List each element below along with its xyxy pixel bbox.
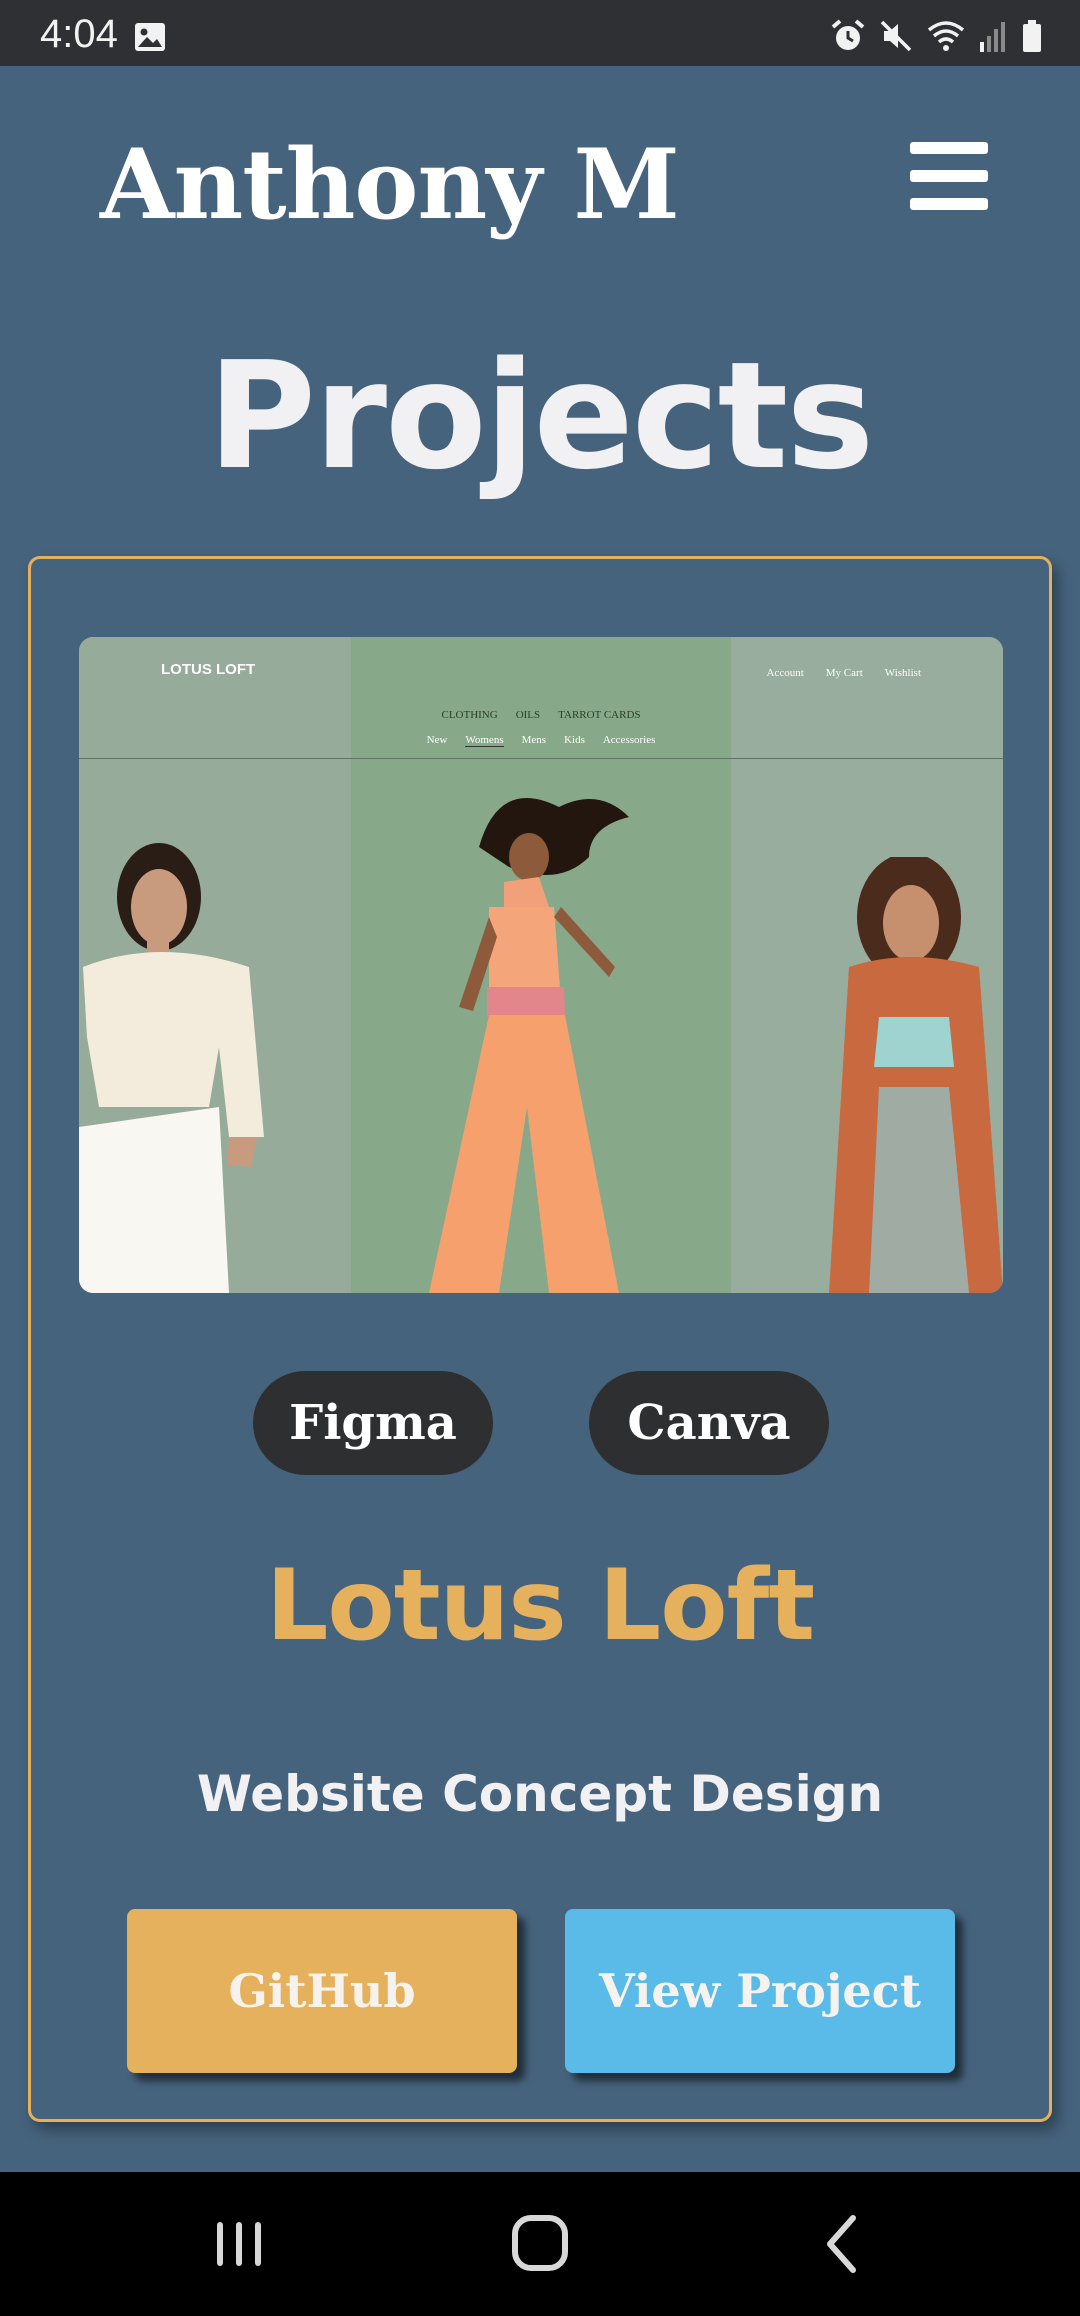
wifi-icon [927,21,965,51]
alarm-icon [831,19,865,50]
tag-figma[interactable]: Figma [253,1371,493,1475]
project-title: Lotus Loft [265,1549,815,1663]
home-icon[interactable] [495,2208,585,2280]
project-subtitle: Website Concept Design [196,1765,884,1823]
mute-icon [880,20,912,52]
tag-canva[interactable]: Canva [589,1371,829,1475]
preview-account-links: Account My Cart Wishlist [766,667,921,679]
project-preview-image[interactable]: LOTUS LOFT CLOTHING OILS TARROT CARDS New W… [79,637,1003,1293]
back-icon[interactable] [798,2208,888,2280]
image-icon [135,23,165,51]
page-title: Projects [207,330,875,502]
model-figure-right [829,857,1003,1293]
preview-logo: LOTUS LOFT [161,661,256,678]
model-figure-left [79,843,264,1293]
recent-apps-icon[interactable] [194,2208,284,2280]
project-card: LOTUS LOFT CLOTHING OILS TARROT CARDS New W… [28,556,1052,2122]
model-figure-center [429,798,629,1293]
status-time: 4:04 [40,12,118,56]
hamburger-menu-icon[interactable] [910,140,990,210]
signal-icon [980,22,1005,52]
preview-nav-secondary: New Womens Mens Kids Accessories [426,734,656,747]
view-project-button[interactable]: View Project [565,1909,955,2073]
brand-name[interactable]: Anthony M [100,128,680,241]
status-bar: 4:04 [0,0,1080,66]
github-button[interactable]: GitHub [127,1909,517,2073]
battery-icon [1023,20,1041,52]
system-nav-bar [0,2172,1080,2316]
preview-nav-primary: CLOTHING OILS TARROT CARDS [441,709,641,721]
status-icons [830,18,1044,54]
